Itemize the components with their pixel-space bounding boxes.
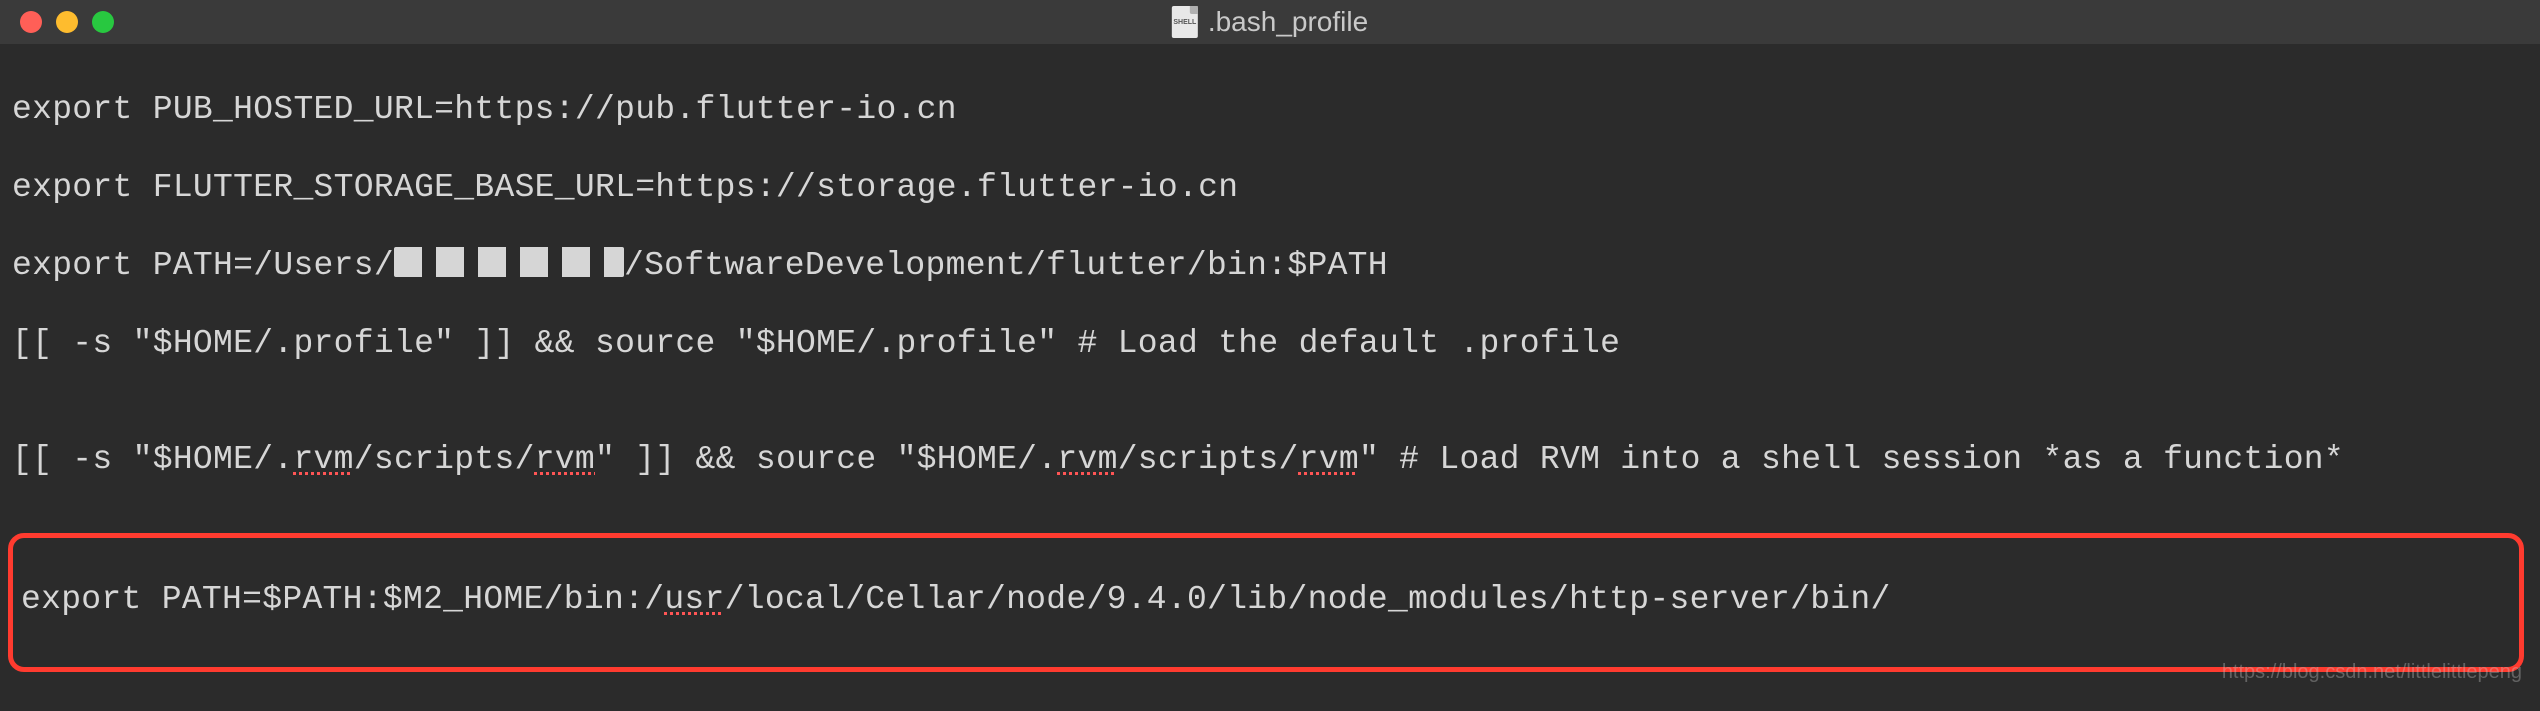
file-icon: SHELL	[1172, 6, 1198, 38]
watermark: https://blog.csdn.net/littlelittlepeng	[2222, 661, 2522, 684]
code-line: [[ -s "$HOME/.rvm/scripts/rvm" ]] && sou…	[12, 441, 2528, 480]
minimize-icon[interactable]	[56, 11, 78, 33]
editor-content[interactable]: export PUB_HOSTED_URL=https://pub.flutte…	[0, 44, 2540, 711]
close-icon[interactable]	[20, 11, 42, 33]
code-line: export PUB_HOSTED_URL=https://pub.flutte…	[12, 91, 2528, 130]
window-title: SHELL .bash_profile	[1172, 6, 1368, 38]
highlighted-export: export PATH=$PATH:$M2_HOME/bin:/usr/loca…	[8, 533, 2524, 672]
code-line: [[ -s "$HOME/.profile" ]] && source "$HO…	[12, 325, 2528, 364]
code-line: export PATH=/Users//SoftwareDevelopment/…	[12, 247, 2528, 286]
title-text: .bash_profile	[1208, 6, 1368, 38]
maximize-icon[interactable]	[92, 11, 114, 33]
titlebar: SHELL .bash_profile	[0, 0, 2540, 44]
traffic-lights	[0, 11, 114, 33]
redacted-username	[394, 247, 624, 277]
code-line: export PATH=$PATH:$M2_HOME/bin:/usr/loca…	[21, 581, 2511, 620]
code-line: export FLUTTER_STORAGE_BASE_URL=https://…	[12, 169, 2528, 208]
